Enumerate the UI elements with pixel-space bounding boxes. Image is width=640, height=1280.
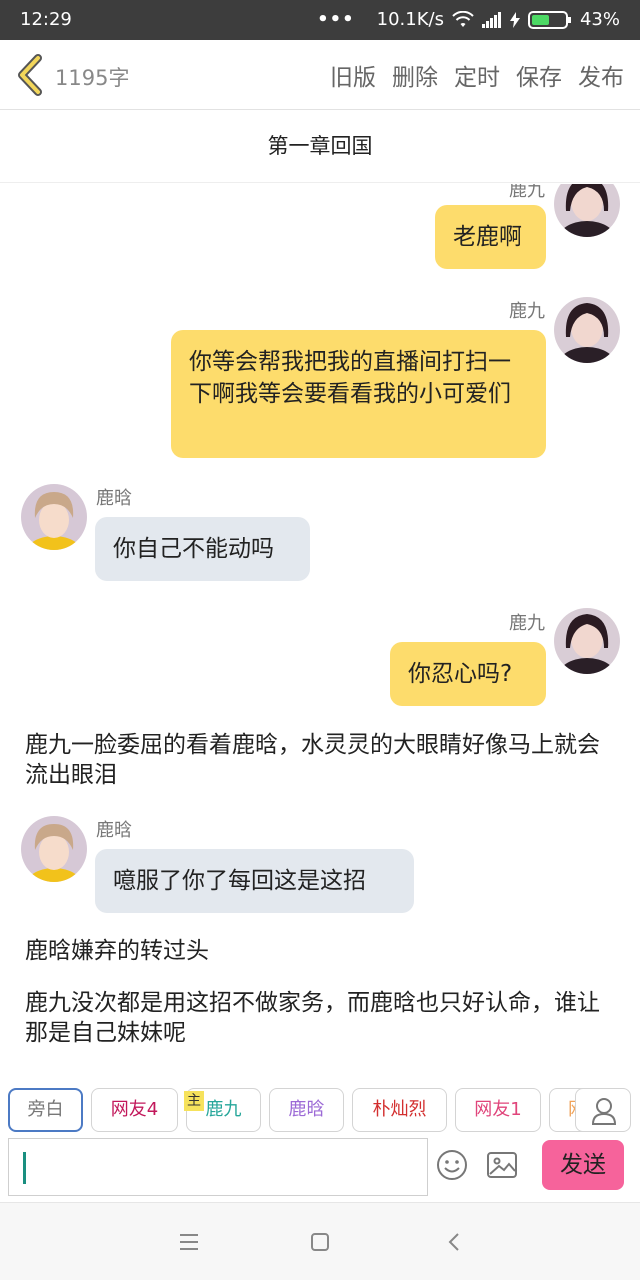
avatar-luhan[interactable] <box>21 484 87 550</box>
chat-bubble[interactable]: 老鹿啊 <box>435 205 546 269</box>
avatar-luj[interactable] <box>554 608 620 674</box>
word-count: 1195字 <box>55 66 130 90</box>
editor-toolbar: 1195字 旧版 删除 定时 保存 发布 <box>0 40 640 110</box>
image-icon <box>487 1152 517 1178</box>
avatar-luhan[interactable] <box>21 816 87 882</box>
chat-bubble[interactable]: 噫服了你了每回这是这招 <box>95 849 414 913</box>
network-speed: 10.1K/s <box>376 9 444 30</box>
delete-button[interactable]: 删除 <box>392 58 438 92</box>
chat-bubble[interactable]: 你忍心吗? <box>390 642 546 706</box>
battery-icon <box>527 10 572 30</box>
role-chip[interactable]: 网友4 <box>91 1088 178 1132</box>
toolbar-actions: 旧版 删除 定时 保存 发布 <box>330 58 624 92</box>
speaker-name: 鹿九 <box>509 613 545 634</box>
chat-bubble[interactable]: 你等会帮我把我的直播间打扫一下啊我等会要看看我的小可爱们 <box>171 330 546 458</box>
role-chip[interactable]: 鹿晗 <box>269 1088 344 1132</box>
speaker-name: 鹿九 <box>509 301 545 322</box>
chevron-left-icon <box>18 54 42 96</box>
system-nav-bar <box>0 1202 640 1280</box>
signal-icon <box>481 11 502 28</box>
back-arrow-icon <box>448 1233 459 1251</box>
chat-area[interactable]: 鹿九 老鹿啊 鹿九 你等会帮我把我的直播间打扫一下啊我等会要看看我的小可爱们 鹿… <box>0 184 640 1066</box>
publish-button[interactable]: 发布 <box>578 58 624 92</box>
home-button[interactable] <box>305 1227 335 1257</box>
role-chip[interactable]: 朴灿烈 <box>352 1088 447 1132</box>
chapter-title[interactable]: 第一章回国 <box>0 110 640 183</box>
old-version-button[interactable]: 旧版 <box>330 58 376 92</box>
speaker-name: 鹿九 <box>509 184 545 201</box>
send-button[interactable]: 发送 <box>542 1140 624 1190</box>
menu-icon <box>180 1234 198 1250</box>
chat-bubble[interactable]: 你自己不能动吗 <box>95 517 310 581</box>
speaker-name: 鹿晗 <box>96 488 132 509</box>
image-button[interactable] <box>485 1148 519 1182</box>
message-input-row: 发送 <box>0 1136 640 1200</box>
emoji-icon <box>437 1150 467 1180</box>
menu-button[interactable] <box>174 1227 204 1257</box>
battery-percent: 43% <box>579 9 620 30</box>
avatar-luj[interactable] <box>554 297 620 363</box>
role-chip-narrator[interactable]: 旁白 <box>8 1088 83 1132</box>
main-role-badge: 主 <box>184 1091 204 1111</box>
message-input[interactable] <box>8 1138 428 1196</box>
avatar-luj[interactable] <box>554 184 620 237</box>
status-bar: 12:29 ••• 10.1K/s 43% <box>0 0 640 40</box>
role-chip[interactable]: 网友1 <box>455 1088 541 1132</box>
nav-back-button[interactable] <box>440 1227 470 1257</box>
message-input-field[interactable] <box>9 1139 427 1195</box>
more-dots-icon: ••• <box>317 9 355 30</box>
narration-text[interactable]: 鹿晗嫌弃的转过头 <box>25 936 615 966</box>
wifi-icon <box>452 10 474 29</box>
save-button[interactable]: 保存 <box>516 58 562 92</box>
back-button[interactable] <box>14 54 48 96</box>
narration-text[interactable]: 鹿九没次都是用这招不做家务，而鹿晗也只好认命，谁让那是自己妹妹呢 <box>25 988 615 1048</box>
charging-bolt-icon <box>509 11 520 28</box>
speaker-name: 鹿晗 <box>96 820 132 841</box>
narration-text[interactable]: 鹿九一脸委屈的看着鹿晗，水灵灵的大眼睛好像马上就会流出眼泪 <box>25 730 615 790</box>
role-selector: 旁白 网友4 鹿九 鹿晗 朴灿烈 网友1 网 <box>0 1080 640 1136</box>
manage-roles-button[interactable] <box>575 1088 631 1132</box>
home-square-icon <box>311 1233 329 1251</box>
schedule-button[interactable]: 定时 <box>454 58 500 92</box>
person-icon <box>591 1098 617 1125</box>
emoji-button[interactable] <box>435 1148 469 1182</box>
text-cursor <box>23 1152 26 1184</box>
status-time: 12:29 <box>20 9 72 30</box>
